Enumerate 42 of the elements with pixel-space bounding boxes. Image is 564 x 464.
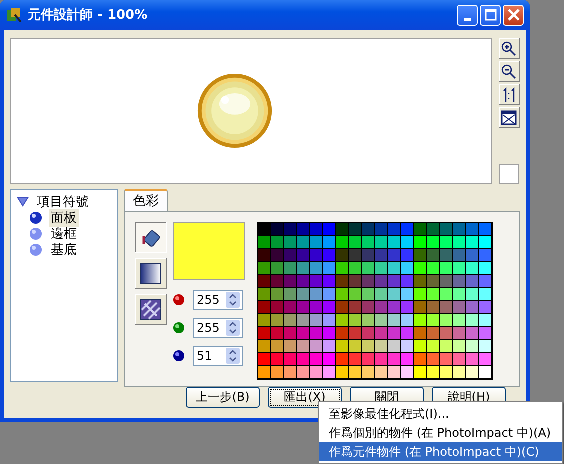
fit-window-button[interactable] [498, 107, 520, 128]
tree-item[interactable]: 基底 [49, 241, 79, 259]
maximize-icon [484, 9, 496, 21]
minimize-icon [464, 18, 471, 20]
menu-item[interactable]: 作爲元件物件 (在 PhotoImpact 中)(C) [319, 442, 562, 461]
tab[interactable]: 色彩 [124, 189, 168, 211]
tree-item[interactable]: 項目符號 [35, 193, 91, 211]
tree-item[interactable]: 面板 [49, 209, 79, 227]
window-title: 元件設計師 - 100% [28, 6, 149, 24]
channel-dot-icon [173, 294, 185, 306]
zoom-in-icon [501, 40, 517, 56]
zoom-in-button[interactable] [498, 38, 520, 59]
spinner-icon[interactable] [226, 320, 240, 336]
window-icon [501, 110, 517, 126]
expand-icon[interactable] [17, 197, 29, 207]
zoom-out-icon [501, 64, 517, 80]
app-icon [6, 7, 22, 23]
close-icon [508, 9, 520, 21]
tree-item[interactable]: 邊框 [49, 225, 79, 243]
spinner-icon[interactable] [226, 348, 240, 364]
actual-size-button[interactable] [498, 84, 520, 105]
background-swatch[interactable] [499, 164, 519, 184]
close-button[interactable] [503, 4, 524, 26]
sphere-icon [29, 227, 43, 241]
number-field[interactable]: 255 [193, 318, 243, 338]
channel-dot-icon [173, 350, 185, 362]
one-to-one-icon [501, 86, 517, 102]
spinner-icon[interactable] [226, 292, 240, 308]
menu-item[interactable]: 作爲個別的物件 (在 PhotoImpact 中)(A) [319, 423, 562, 442]
fill-tool-button[interactable] [135, 222, 167, 253]
number-field[interactable]: 255 [193, 290, 243, 310]
sphere-icon [29, 211, 43, 225]
zoom-out-button[interactable] [498, 61, 520, 82]
channel-dot-icon [173, 322, 185, 334]
dialog-button[interactable]: 上一步(B) [186, 387, 260, 408]
number-field[interactable]: 51 [193, 346, 243, 366]
texture-icon [139, 298, 163, 322]
gradient-icon [139, 262, 163, 286]
minimize-button[interactable] [457, 4, 478, 26]
sphere-icon [29, 243, 43, 257]
maximize-button[interactable] [480, 4, 501, 26]
color-palette[interactable] [257, 222, 493, 380]
